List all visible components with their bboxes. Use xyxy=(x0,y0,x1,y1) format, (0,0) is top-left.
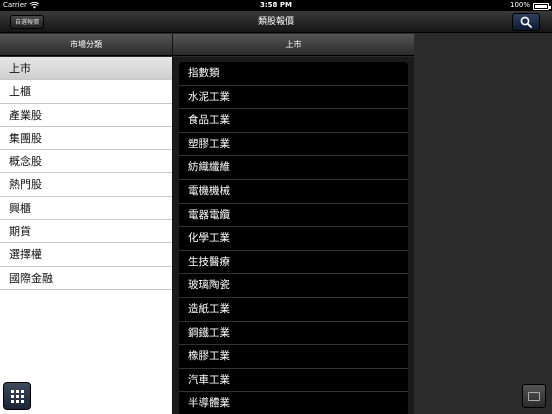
market-category-item[interactable]: 熱門股 xyxy=(0,173,172,197)
search-button[interactable] xyxy=(512,13,540,31)
detail-area xyxy=(414,34,552,414)
sector-item[interactable]: 紡織纖維 xyxy=(179,156,408,180)
market-category-item[interactable]: 上市 xyxy=(0,57,172,81)
market-category-item[interactable]: 期貨 xyxy=(0,220,172,244)
sector-panel: 指數類 水泥工業 食品工業 塑膠工業 紡織纖維 電機機械 電器電纜 化學工業 生技醫療 玻璃陶瓷造… xyxy=(173,57,414,414)
sector-item[interactable]: 生技醫療 xyxy=(179,251,408,275)
sector-item[interactable]: 汽車工業 xyxy=(179,369,408,393)
battery-level-fill xyxy=(535,5,547,8)
sector-item[interactable]: 電器電纜 xyxy=(179,204,408,228)
sector-item[interactable]: 造紙工業 xyxy=(179,298,408,322)
search-icon xyxy=(520,16,532,28)
sector-item[interactable]: 電機機械 xyxy=(179,180,408,204)
window-toggle-button[interactable] xyxy=(522,384,546,408)
sector-item[interactable]: 水泥工業 xyxy=(179,86,408,110)
market-category-item[interactable]: 國際金融 xyxy=(0,267,172,290)
market-category-item[interactable]: 產業股 xyxy=(0,104,172,127)
market-category-item[interactable]: 上櫃 xyxy=(0,80,172,104)
sector-item[interactable]: 塑膠工業 xyxy=(179,133,408,157)
grid-icon xyxy=(10,389,24,403)
status-right: 100% xyxy=(509,0,551,11)
market-category-header: 市場分類 xyxy=(0,34,172,56)
sector-item[interactable]: 指數類 xyxy=(179,62,408,86)
status-time: 3:58 PM xyxy=(260,1,292,9)
window-icon xyxy=(528,391,540,401)
sector-list: 指數類 水泥工業 食品工業 塑膠工業 紡織纖維 電機機械 電器電纜 化學工業 生技醫療 玻璃陶瓷造… xyxy=(179,62,408,414)
sector-item[interactable]: 化學工業 xyxy=(179,227,408,251)
sector-item[interactable]: 食品工業 xyxy=(179,109,408,133)
app-screen: Carrier 3:58 PM 100% 自選報價 類股報價 市場分類 上市 上… xyxy=(0,0,552,414)
status-bar: Carrier 3:58 PM 100% xyxy=(0,0,552,11)
listed-header: 上市 xyxy=(173,34,414,56)
page-title: 類股報價 xyxy=(257,17,294,27)
sector-item[interactable]: 鋼鐵工業 xyxy=(179,322,408,346)
battery-icon xyxy=(533,3,551,10)
menu-grid-button[interactable] xyxy=(3,382,31,410)
battery-percent: 100% xyxy=(509,1,530,9)
sector-item[interactable]: 橡膠工業 xyxy=(179,345,408,369)
sector-item[interactable]: 半導體業 xyxy=(179,392,408,414)
sector-item[interactable]: 玻璃陶瓷 xyxy=(179,274,408,298)
market-category-item[interactable]: 概念股 xyxy=(0,150,172,174)
market-category-item[interactable]: 選擇權 xyxy=(0,243,172,267)
column-divider xyxy=(172,34,173,414)
market-category-item[interactable]: 集團股 xyxy=(0,127,172,151)
market-category-item[interactable]: 興櫃 xyxy=(0,197,172,221)
market-category-list: 上市 上櫃 產業股 集團股 概念股 熱門股 興櫃 期貨 選擇權 國際金融 xyxy=(0,57,172,414)
nav-bar: 自選報價 類股報價 xyxy=(0,11,552,33)
